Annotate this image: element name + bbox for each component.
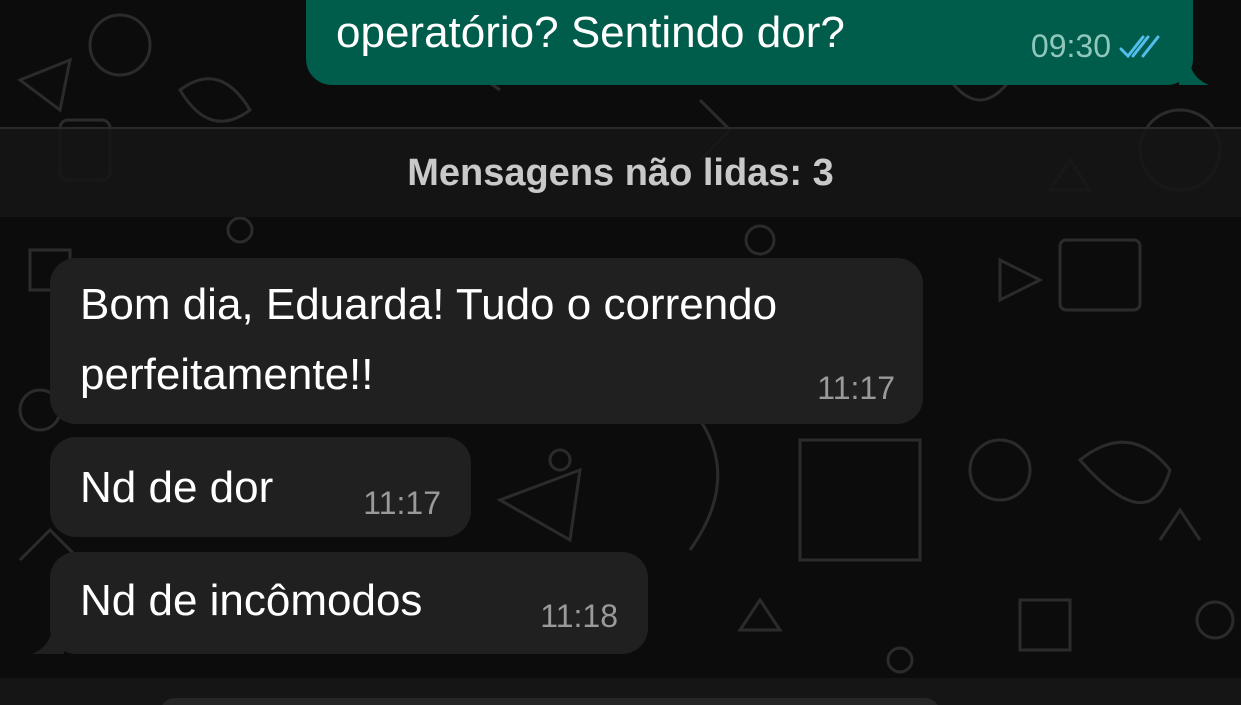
incoming-message-text: Nd de incômodos [80, 576, 423, 625]
message-time: 11:18 [540, 598, 618, 634]
chat-window: operatório? Sentindo dor? 09:30 Mensagen… [0, 0, 1241, 705]
incoming-message[interactable]: Nd de dor 11:17 [50, 437, 471, 537]
incoming-message-text-line2: perfeitamente!! [80, 350, 374, 399]
bubble-tail [1179, 55, 1209, 85]
incoming-message[interactable]: Nd de incômodos 11:18 [32, 552, 648, 654]
outgoing-message[interactable]: operatório? Sentindo dor? 09:30 [306, 0, 1209, 85]
incoming-message-text-line1: Bom dia, Eduarda! Tudo o correndo [80, 280, 778, 329]
unread-messages-label: Mensagens não lidas: 3 [407, 151, 834, 194]
incoming-message-text: Nd de dor [80, 463, 274, 512]
outgoing-message-text: operatório? Sentindo dor? [336, 8, 845, 57]
message-input[interactable] [160, 698, 940, 705]
message-time: 11:17 [817, 370, 895, 406]
unread-messages-banner: Mensagens não lidas: 3 [0, 129, 1241, 217]
bubble-tail [32, 624, 64, 654]
double-check-read-icon [1119, 35, 1160, 58]
incoming-message[interactable]: Bom dia, Eduarda! Tudo o correndo perfei… [50, 258, 923, 424]
message-time: 11:17 [363, 485, 441, 521]
message-time: 09:30 [1030, 28, 1111, 64]
outgoing-message-meta: 09:30 [1031, 28, 1165, 65]
